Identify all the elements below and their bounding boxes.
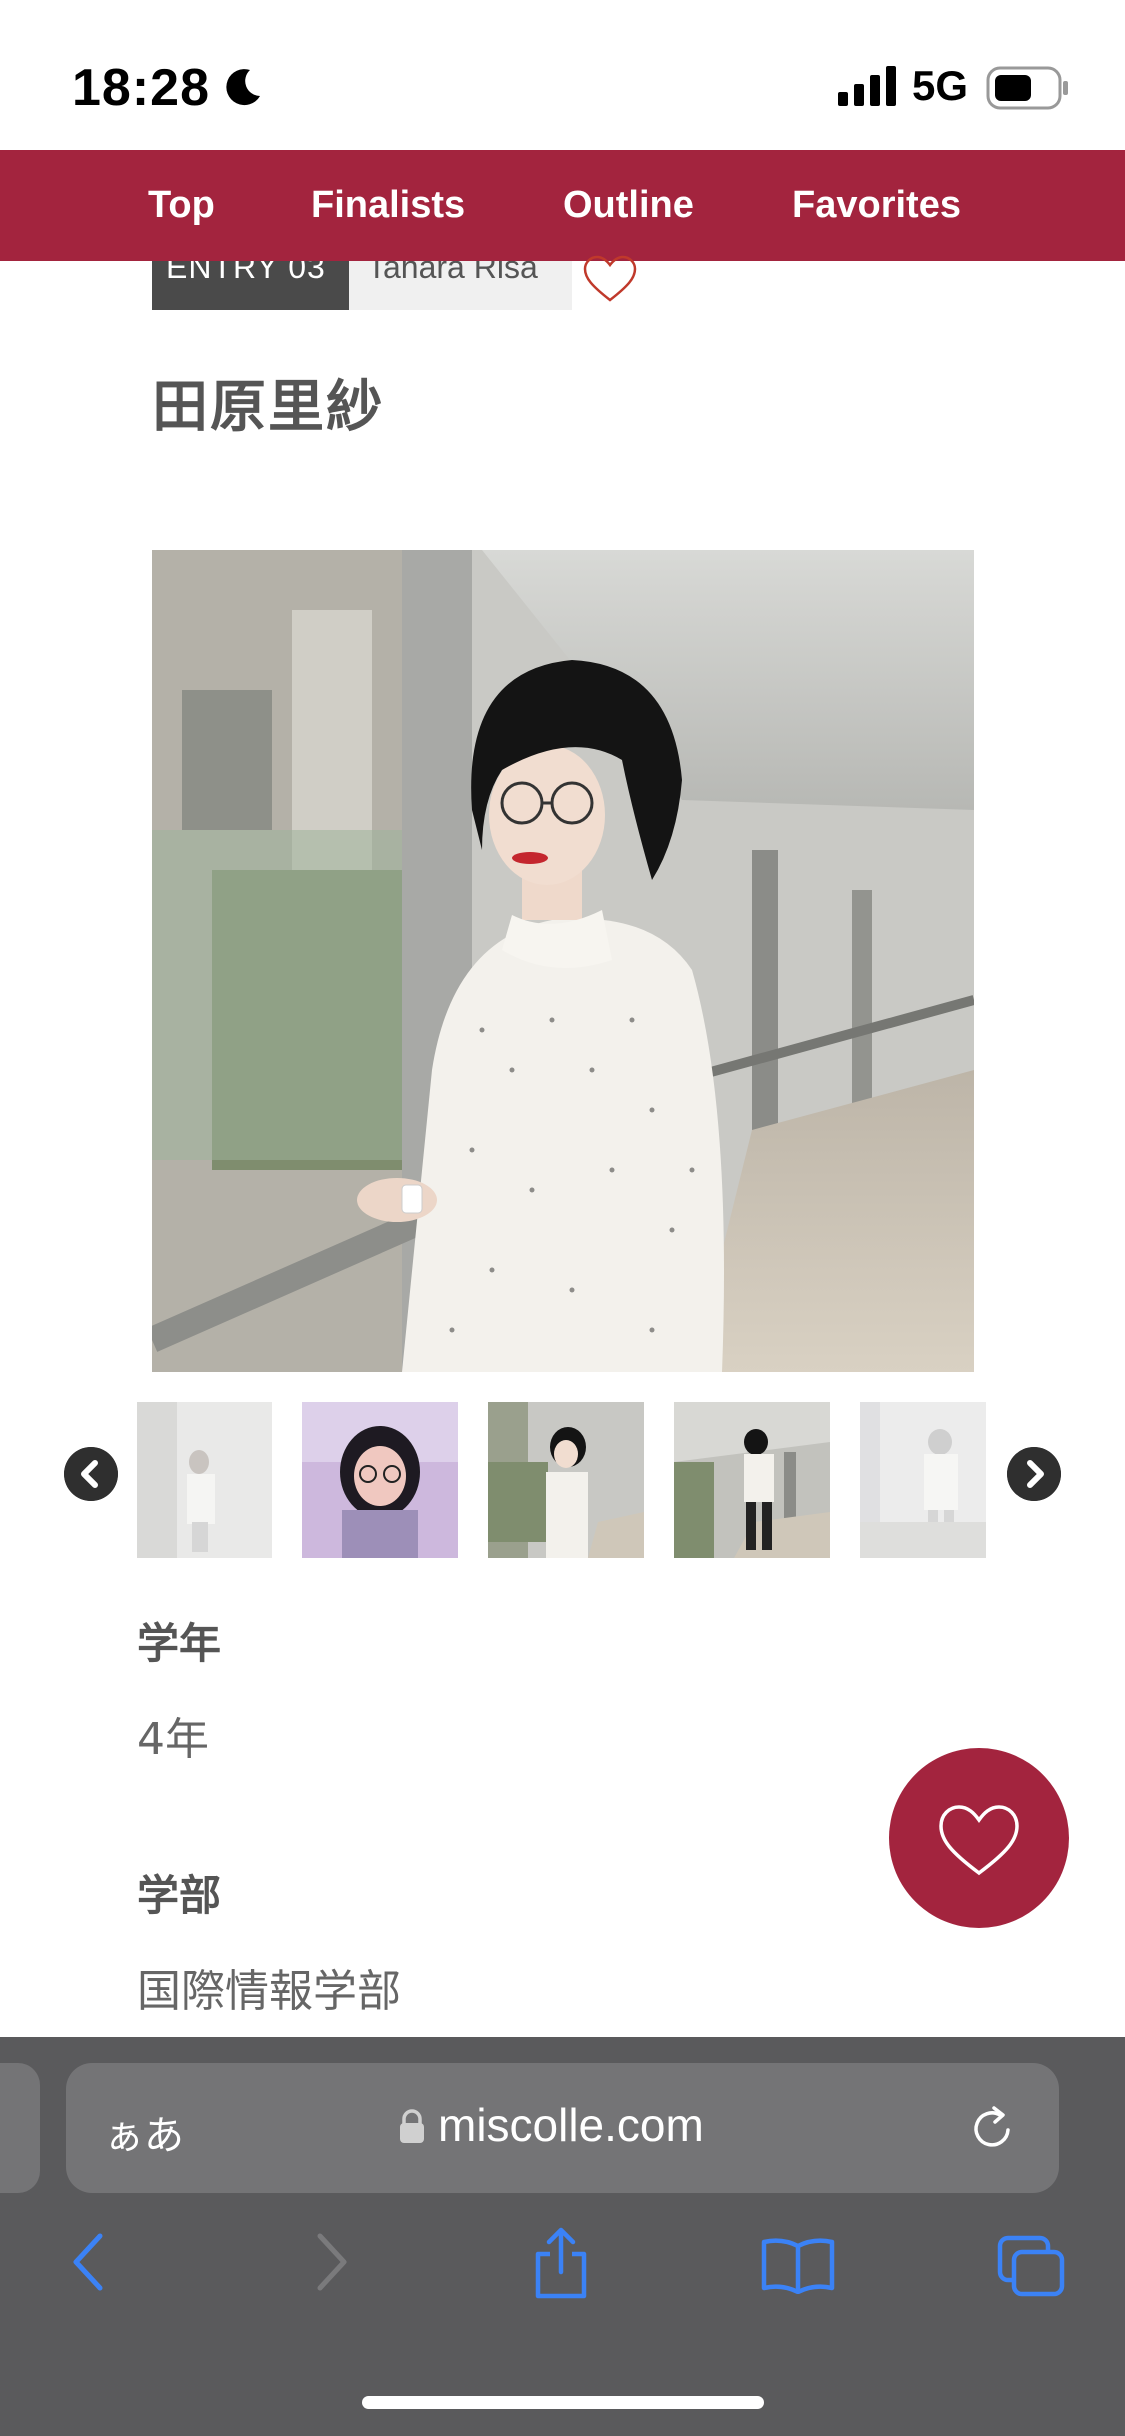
reload-icon[interactable] bbox=[964, 2100, 1020, 2156]
thumbnail-4[interactable] bbox=[674, 1402, 830, 1558]
nav-outline[interactable]: Outline bbox=[563, 150, 694, 261]
main-nav: Top Finalists Outline Favorites bbox=[0, 150, 1125, 261]
contestant-name: 田原里紗 bbox=[152, 375, 384, 440]
nav-top[interactable]: Top bbox=[148, 150, 215, 261]
entry-tag: ENTRY 03 bbox=[152, 261, 349, 310]
faculty-value: 国際情報学部 bbox=[137, 1966, 401, 2017]
favorite-heart-icon[interactable] bbox=[582, 254, 638, 304]
status-bar: 18:28 5G bbox=[0, 0, 1125, 150]
tabs-icon[interactable] bbox=[996, 2234, 1068, 2300]
nav-favorites[interactable]: Favorites bbox=[792, 150, 961, 261]
name-romaji-label: Tahara Risa bbox=[367, 261, 538, 285]
thumbnail-1[interactable] bbox=[137, 1402, 272, 1558]
entry-tag-label: ENTRY 03 bbox=[166, 261, 326, 285]
name-romaji: Tahara Risa bbox=[349, 261, 572, 310]
favorite-fab-button[interactable] bbox=[889, 1748, 1069, 1928]
grade-value: 4年 bbox=[137, 1714, 209, 1765]
signal-icon bbox=[838, 66, 896, 106]
home-indicator bbox=[362, 2396, 764, 2409]
reader-options-button[interactable]: ぁあ bbox=[104, 2103, 184, 2161]
faculty-label: 学部 bbox=[137, 1871, 222, 1920]
status-time: 18:28 bbox=[72, 59, 210, 117]
forward-icon[interactable] bbox=[306, 2230, 356, 2294]
battery-icon bbox=[986, 66, 1068, 110]
previous-tab-edge[interactable] bbox=[0, 2063, 40, 2193]
back-icon[interactable] bbox=[64, 2230, 114, 2294]
url-text: miscolle.com bbox=[438, 2099, 704, 2151]
thumbnail-5[interactable] bbox=[860, 1402, 986, 1558]
prev-arrow-button[interactable] bbox=[64, 1447, 118, 1501]
nav-finalists[interactable]: Finalists bbox=[311, 150, 465, 261]
thumbnail-3[interactable] bbox=[488, 1402, 644, 1558]
share-icon[interactable] bbox=[530, 2226, 592, 2300]
next-arrow-button[interactable] bbox=[1007, 1447, 1061, 1501]
thumbnail-2[interactable] bbox=[302, 1402, 458, 1558]
grade-label: 学年 bbox=[137, 1619, 222, 1668]
heart-icon bbox=[939, 1805, 1019, 1876]
main-photo bbox=[152, 550, 974, 1372]
network-label: 5G bbox=[912, 62, 969, 109]
moon-icon bbox=[226, 69, 260, 106]
book-icon[interactable] bbox=[760, 2236, 836, 2294]
lock-icon bbox=[400, 2109, 424, 2143]
